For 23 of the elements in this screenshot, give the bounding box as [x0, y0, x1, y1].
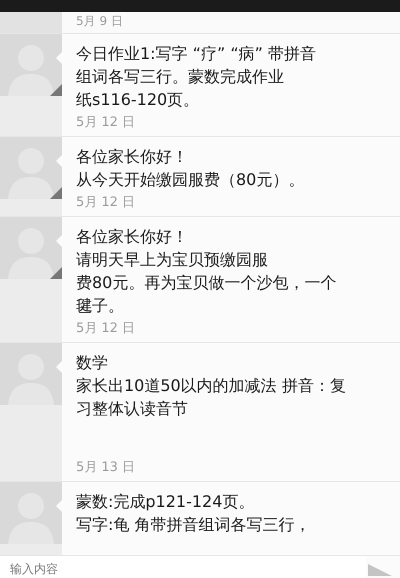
message-input[interactable]: 输入内容 [0, 556, 366, 578]
message-text: 写字:龟 角带拼音组词各写三行， [76, 514, 310, 536]
message-text: 各位家长你好！ [76, 146, 188, 168]
corner-triangle-icon [50, 187, 62, 199]
corner-triangle-icon [50, 267, 62, 279]
message-text: 从今天开始缴园服费（80元）。 [76, 169, 304, 191]
message-text: 习整体认读音节 [76, 398, 188, 420]
message-date: 5月 12 日 [76, 194, 136, 212]
message-text: 组词各写三行。蒙数完成作业 [76, 66, 284, 88]
message-date: 5月 13 日 [76, 459, 136, 477]
message-date: 5月 12 日 [76, 114, 136, 132]
send-icon[interactable] [366, 562, 394, 578]
message-text: 纸s116-120页。 [76, 89, 200, 111]
message-text: 请明天早上为宝贝预缴园服 [76, 249, 268, 271]
message-text: 数学 [76, 352, 108, 374]
message-date: 5月 12 日 [76, 320, 136, 338]
message-text: 蒙数:完成p121-124页。 [76, 491, 254, 513]
message-text: 各位家长你好！ [76, 226, 188, 248]
message-text: 家长出10道50以内的加减法 拼音：复 [76, 375, 346, 397]
message-text: 毽子。 [76, 295, 124, 317]
message-text: 费80元。再为宝贝做一个沙包，一个 [76, 272, 336, 294]
message-text: 今日作业1:写字 “疗” “病” 带拼音 [76, 43, 316, 65]
corner-triangle-icon [50, 84, 62, 96]
